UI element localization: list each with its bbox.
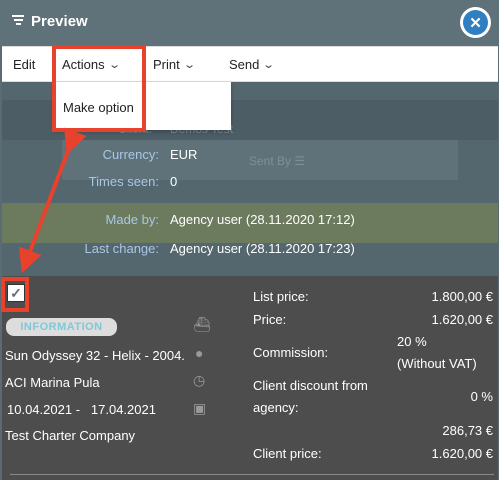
annotation-arrow xyxy=(19,127,87,274)
